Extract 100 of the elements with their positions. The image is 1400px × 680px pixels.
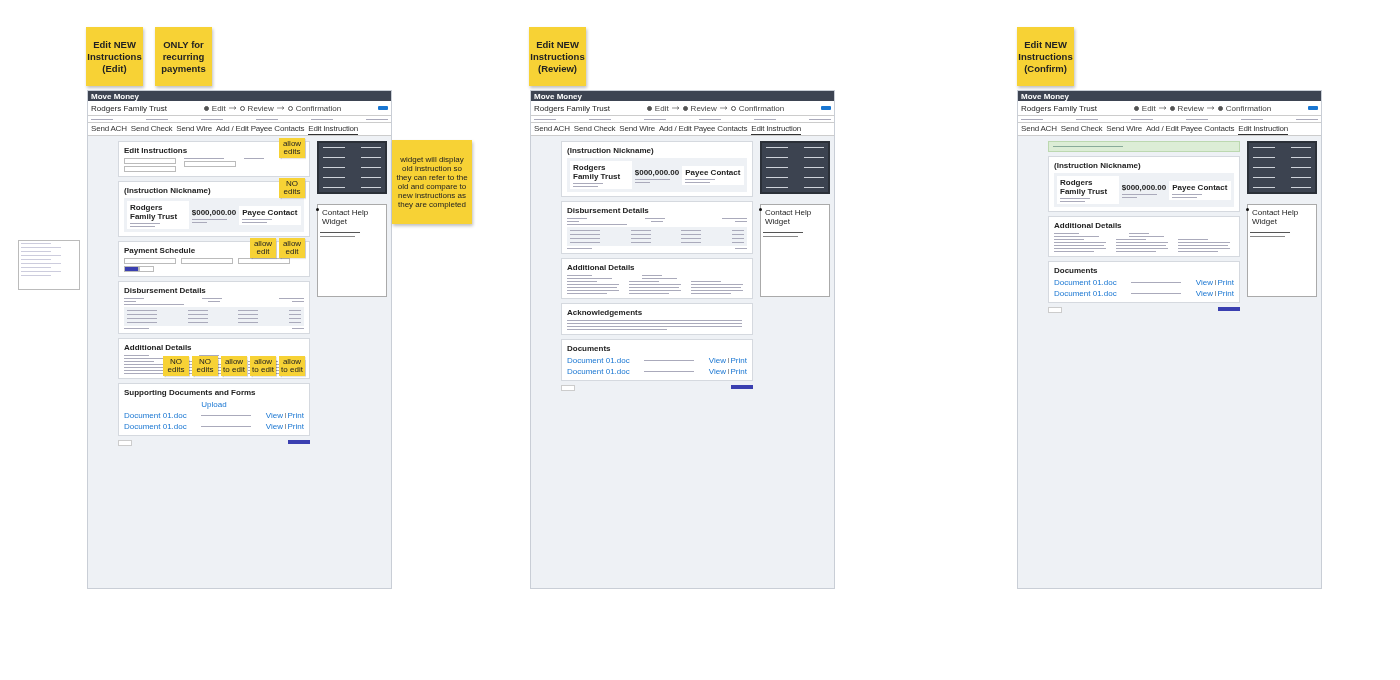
- card-title: (Instruction Nickname): [124, 186, 211, 195]
- tab[interactable]: Edit Instruction: [308, 124, 359, 135]
- card-title: Disbursement Details: [124, 286, 206, 295]
- action-link[interactable]: View: [708, 356, 727, 365]
- trust-name: Rodgers Family Trust: [130, 203, 179, 221]
- action-link[interactable]: View: [265, 411, 284, 420]
- arrow-icon: [228, 106, 237, 110]
- card-title: (Instruction Nickname): [1054, 161, 1141, 170]
- action-link[interactable]: Print: [1217, 278, 1234, 287]
- step-label: Edit: [1141, 103, 1156, 113]
- action-link[interactable]: Print: [287, 411, 304, 420]
- app-header: Move Money: [88, 91, 391, 101]
- action-link[interactable]: Print: [730, 356, 747, 365]
- tab[interactable]: Add / Edit Payee Contacts: [1145, 124, 1235, 135]
- back-button[interactable]: [118, 440, 132, 446]
- tab[interactable]: Send Check: [1060, 124, 1103, 135]
- tab[interactable]: Send Wire: [619, 124, 655, 135]
- sticky-note: NO edits: [163, 356, 189, 376]
- account-title: Rodgers Family Trust: [534, 103, 611, 113]
- file-link[interactable]: Document 01.doc: [567, 356, 630, 365]
- card-title: Documents: [1054, 266, 1098, 275]
- sticky-note: allow to edit: [250, 356, 276, 376]
- sticky-note: allow edit: [250, 238, 276, 258]
- submit-button[interactable]: [288, 440, 310, 444]
- sticky-note: allow edit: [279, 238, 305, 258]
- tab[interactable]: Edit Instruction: [1238, 124, 1289, 135]
- card-title: Payment Schedule: [124, 246, 196, 255]
- card-title: (Instruction Nickname): [567, 146, 654, 155]
- action-link[interactable]: Print: [287, 422, 304, 431]
- action-link[interactable]: Print: [1217, 289, 1234, 298]
- card-title: Supporting Documents and Forms: [124, 388, 256, 397]
- payee-name: Payee Contact: [685, 167, 741, 177]
- sticky-note: allow to edit: [221, 356, 247, 376]
- sticky-note: allow edits: [279, 138, 305, 158]
- action-link[interactable]: View: [708, 367, 727, 376]
- card-title: Additional Details: [567, 263, 635, 272]
- card-title: Documents: [567, 344, 611, 353]
- sticky-note: widget will display old instruction so they can refer to the old and compare to new instructions as they are completed: [392, 140, 472, 224]
- step-label: Review: [247, 103, 274, 113]
- tab[interactable]: Send Wire: [1106, 124, 1142, 135]
- tab[interactable]: Add / Edit Payee Contacts: [658, 124, 748, 135]
- submit-button[interactable]: [1218, 307, 1240, 311]
- action-button[interactable]: [378, 106, 388, 110]
- step-label: Confirmation: [295, 103, 342, 113]
- file-link[interactable]: Document 01.doc: [124, 422, 187, 431]
- trust-name: Rodgers Family Trust: [1060, 178, 1109, 196]
- sticky-note: Edit NEW Instructions (Review): [529, 27, 586, 86]
- submit-button[interactable]: [731, 385, 753, 389]
- action-link[interactable]: View: [1195, 289, 1214, 298]
- action-link[interactable]: View: [1195, 278, 1214, 287]
- step-label: Review: [1177, 103, 1204, 113]
- tab[interactable]: Send ACH: [534, 124, 570, 135]
- pin-icon: [316, 208, 319, 211]
- sticky-note: NO edits: [279, 178, 305, 198]
- card-title: Edit Instructions: [124, 146, 188, 155]
- sticky-note: ONLY for recurring payments: [155, 27, 212, 86]
- sticky-note: allow to edit: [279, 356, 305, 376]
- file-link[interactable]: Document 01.doc: [567, 367, 630, 376]
- card-title: Acknowledgements: [567, 308, 643, 317]
- account-title: Rodgers Family Trust: [91, 103, 168, 113]
- pin-icon: [1246, 208, 1249, 211]
- action-button[interactable]: [1308, 106, 1318, 110]
- amount: $000,000.00: [634, 167, 680, 177]
- tab[interactable]: Send ACH: [1021, 124, 1057, 135]
- arrow-icon: [1158, 106, 1167, 110]
- tab[interactable]: Send Wire: [176, 124, 212, 135]
- tab[interactable]: Send ACH: [91, 124, 127, 135]
- sticky-note: NO edits: [192, 356, 218, 376]
- widget-title: Contact Help Widget: [321, 208, 370, 226]
- step-label: Review: [690, 103, 717, 113]
- payee-name: Payee Contact: [1172, 182, 1228, 192]
- arrow-icon: [1206, 106, 1215, 110]
- step-label: Confirmation: [1225, 103, 1272, 113]
- step-label: Edit: [654, 103, 669, 113]
- sticky-note: Edit NEW Instructions (Confirm): [1017, 27, 1074, 86]
- upload-link[interactable]: Upload: [201, 400, 227, 409]
- action-button[interactable]: [821, 106, 831, 110]
- file-link[interactable]: Document 01.doc: [124, 411, 187, 420]
- arrow-icon: [671, 106, 680, 110]
- sticky-note: Edit NEW Instructions (Edit): [86, 27, 143, 86]
- tab[interactable]: Send Check: [573, 124, 616, 135]
- step-label: Confirmation: [738, 103, 785, 113]
- file-link[interactable]: Document 01.doc: [1054, 278, 1117, 287]
- card-title: Additional Details: [1054, 221, 1122, 230]
- widget-title: Contact Help Widget: [1251, 208, 1300, 226]
- step-label: Edit: [211, 103, 226, 113]
- app-header: Move Money: [1018, 91, 1321, 101]
- action-link[interactable]: Print: [730, 367, 747, 376]
- action-link[interactable]: View: [265, 422, 284, 431]
- trust-name: Rodgers Family Trust: [573, 163, 622, 181]
- tab[interactable]: Add / Edit Payee Contacts: [215, 124, 305, 135]
- arrow-icon: [276, 106, 285, 110]
- card-title: Disbursement Details: [567, 206, 649, 215]
- arrow-icon: [719, 106, 728, 110]
- back-button[interactable]: [561, 385, 575, 391]
- pin-icon: [759, 208, 762, 211]
- tab[interactable]: Edit Instruction: [751, 124, 802, 135]
- file-link[interactable]: Document 01.doc: [1054, 289, 1117, 298]
- tab[interactable]: Send Check: [130, 124, 173, 135]
- back-button[interactable]: [1048, 307, 1062, 313]
